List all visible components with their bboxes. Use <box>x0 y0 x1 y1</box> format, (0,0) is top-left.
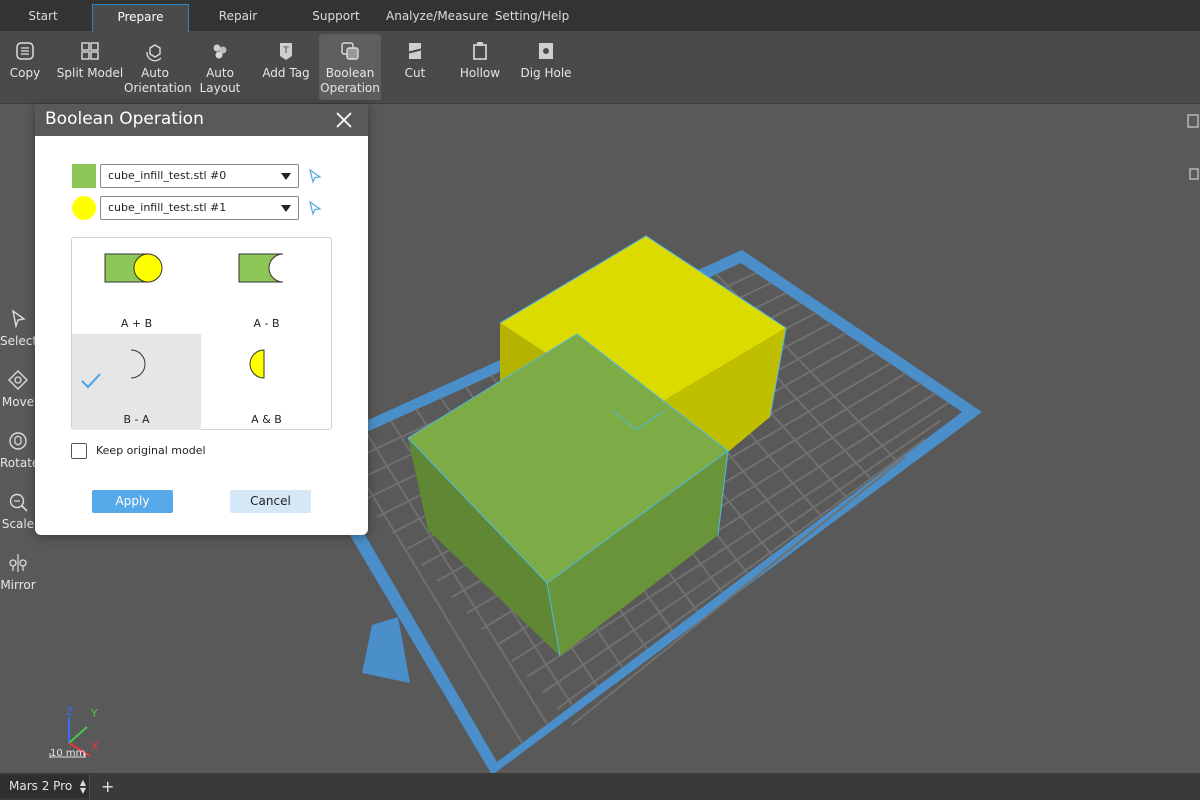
rotate-tool[interactable]: Rotate <box>0 430 40 470</box>
ribbon-toolbar: Copy Split Model Auto Orientation Auto L… <box>0 32 1200 104</box>
ribbon-tabs: Start Prepare Repair Support Analyze/Mea… <box>0 0 1200 32</box>
a-minus-b-icon <box>238 253 284 283</box>
boolean-operation-label-1: Boolean <box>325 66 375 80</box>
tab-setting-help[interactable]: Setting/Help <box>492 4 572 32</box>
mirror-icon <box>9 554 27 572</box>
cut-button[interactable]: Cut <box>390 34 440 100</box>
op-b-minus-a[interactable]: B - A <box>72 334 201 430</box>
dialog-title: Boolean Operation <box>45 109 204 129</box>
op-intersection-label: A & B <box>251 413 282 426</box>
axis-y-label: Y <box>90 707 98 720</box>
op-union[interactable]: A + B <box>72 238 201 334</box>
intersection-icon <box>249 349 265 379</box>
close-icon[interactable] <box>334 110 354 130</box>
dig-hole-label: Dig Hole <box>520 66 572 80</box>
svg-text:T: T <box>282 46 289 56</box>
hollow-icon <box>473 42 487 60</box>
cut-label: Cut <box>404 66 426 80</box>
model-a-value: cube_infill_test.stl #0 <box>108 169 227 182</box>
model-a-select[interactable]: cube_infill_test.stl #0 <box>100 164 299 188</box>
add-printer-button[interactable]: + <box>101 775 114 798</box>
split-model-label: Split Model <box>56 66 124 80</box>
auto-orientation-icon <box>146 44 162 62</box>
op-union-label: A + B <box>120 317 153 330</box>
rotate-icon <box>9 432 27 450</box>
op-intersection[interactable]: A & B <box>202 334 331 430</box>
model-b-swatch <box>72 196 96 220</box>
select-label: Select <box>0 334 38 348</box>
rotate-label: Rotate <box>0 456 40 470</box>
boolean-operation-icon <box>341 42 359 60</box>
add-tag-label: Add Tag <box>262 66 310 80</box>
chevron-down-icon <box>281 205 291 212</box>
boolean-operation-button[interactable]: Boolean Operation <box>319 34 381 100</box>
scale-label: 10 mm <box>50 748 86 759</box>
auto-orientation-label-1: Auto <box>141 66 169 80</box>
boolean-operation-dialog: Boolean Operation cube_infill_test.stl #… <box>35 104 368 535</box>
axis-z-label: Z <box>66 705 74 718</box>
view-toggle-icon <box>1189 168 1199 180</box>
add-tag-button[interactable]: T Add Tag <box>258 34 314 100</box>
auto-layout-label: Auto Layout <box>199 66 241 95</box>
op-a-minus-b-label: A - B <box>253 317 280 330</box>
copy-icon <box>16 42 34 60</box>
select-icon <box>11 309 26 329</box>
model-b-value: cube_infill_test.stl #1 <box>108 201 227 214</box>
auto-orientation-button[interactable]: Auto Orientation <box>124 34 192 100</box>
keep-original-checkbox[interactable] <box>71 443 87 459</box>
copy-label: Copy <box>9 66 41 80</box>
split-model-button[interactable]: Split Model <box>56 34 124 100</box>
move-label: Move <box>1 395 35 409</box>
auto-layout-icon <box>213 44 227 59</box>
operation-options: A + B A - B B - A A & B <box>71 237 332 430</box>
printer-tab[interactable]: Mars 2 Pro ▲ ▼ <box>0 775 90 798</box>
auto-orientation-label-2: Orientation <box>124 81 192 95</box>
move-tool[interactable]: Move <box>0 369 36 409</box>
copy-button[interactable]: Copy <box>2 34 48 100</box>
union-icon <box>104 253 163 283</box>
dialog-header: Boolean Operation <box>35 104 368 136</box>
op-a-minus-b[interactable]: A - B <box>202 238 331 334</box>
tab-support[interactable]: Support <box>296 4 376 32</box>
tab-repair[interactable]: Repair <box>198 4 278 32</box>
dig-hole-button[interactable]: Dig Hole <box>516 34 576 100</box>
tab-start[interactable]: Start <box>0 4 86 32</box>
mirror-tool[interactable]: Mirror <box>0 552 36 592</box>
pick-model-b-icon[interactable] <box>308 200 322 216</box>
pick-model-a-icon[interactable] <box>308 168 322 184</box>
axis-x-label: X <box>91 740 99 753</box>
apply-button[interactable]: Apply <box>92 490 173 513</box>
dig-hole-icon <box>539 43 553 59</box>
bottom-bar: Mars 2 Pro ▲ ▼ + <box>0 773 1200 800</box>
model-b-select[interactable]: cube_infill_test.stl #1 <box>100 196 299 220</box>
move-icon <box>8 370 28 390</box>
chevron-down-icon <box>281 173 291 180</box>
mirror-label: Mirror <box>0 578 36 592</box>
scale-tool[interactable]: Scale <box>0 491 36 531</box>
cut-icon <box>406 43 424 59</box>
hollow-button[interactable]: Hollow <box>452 34 508 100</box>
scale-icon <box>9 493 28 512</box>
scale-label-tool: Scale <box>1 517 35 531</box>
printer-name: Mars 2 Pro <box>9 779 73 793</box>
plate-tab <box>362 617 410 683</box>
check-icon <box>81 373 101 389</box>
sort-arrows-icon[interactable]: ▲ ▼ <box>80 779 86 795</box>
select-tool[interactable]: Select <box>0 308 38 348</box>
op-b-minus-a-label: B - A <box>123 413 150 426</box>
b-minus-a-icon <box>130 349 146 379</box>
tab-analyze-measure[interactable]: Analyze/Measure <box>386 4 488 32</box>
cancel-button[interactable]: Cancel <box>230 490 311 513</box>
view-cube-icon <box>1187 114 1199 128</box>
auto-layout-button[interactable]: Auto Layout <box>186 34 254 100</box>
boolean-operation-label-2: Operation <box>320 81 380 95</box>
hollow-label: Hollow <box>459 66 501 80</box>
keep-original-label: Keep original model <box>96 444 206 457</box>
tab-prepare[interactable]: Prepare <box>92 4 189 32</box>
split-model-icon <box>81 42 99 60</box>
model-a-swatch <box>72 164 96 188</box>
add-tag-icon: T <box>280 43 292 60</box>
